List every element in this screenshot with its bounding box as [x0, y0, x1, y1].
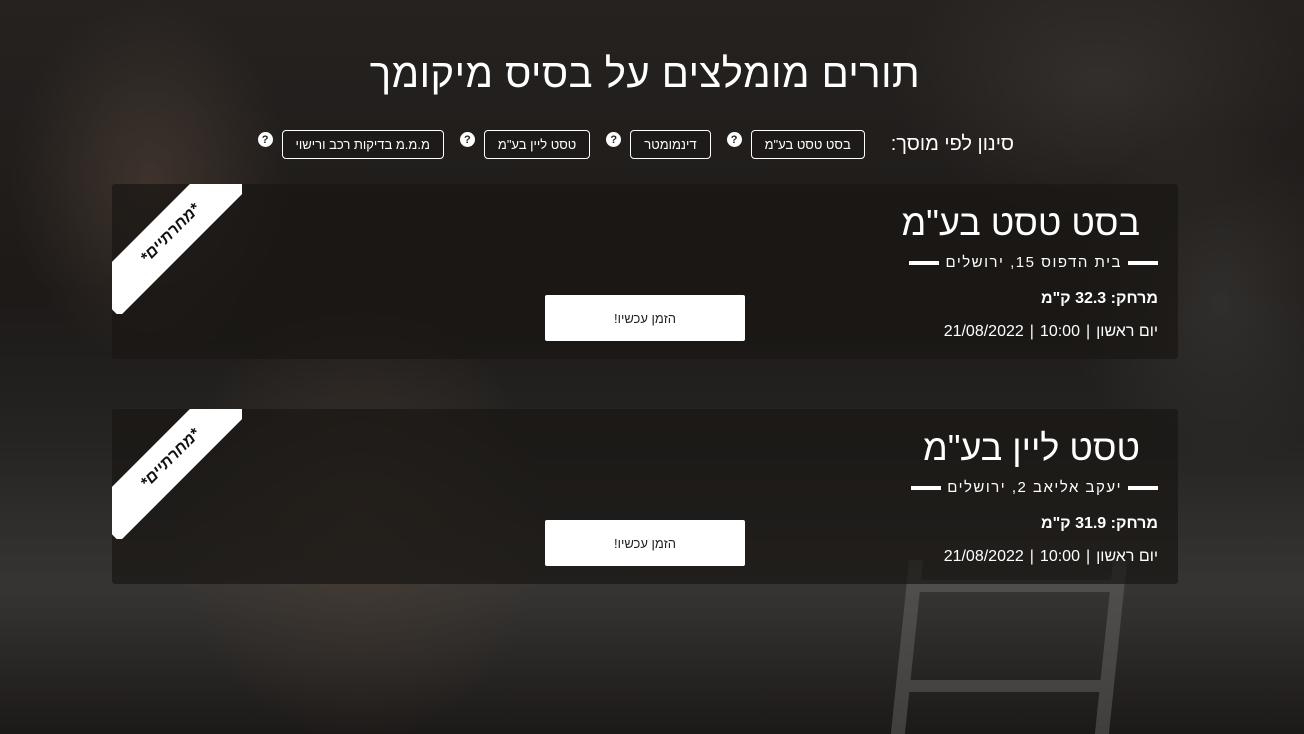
station-address: בית הדפוס 15, ירושלים — [945, 254, 1122, 271]
ribbon-container: *מחרתיים* — [112, 409, 242, 539]
page-content: תורים מומלצים על בסיס מיקומך סינון לפי מ… — [0, 0, 1304, 734]
help-icon[interactable]: ? — [726, 132, 742, 147]
filter-label: סינון לפי מוסך: — [890, 133, 1014, 155]
help-icon[interactable]: ? — [459, 132, 475, 147]
book-now-button[interactable]: הזמן עכשיו! — [545, 520, 745, 566]
day-after-tomorrow-ribbon: *מחרתיים* — [112, 184, 242, 314]
slot-day: יום ראשון — [1096, 323, 1158, 340]
station-name: טסט ליין בע"מ — [922, 427, 1140, 468]
appointment-card: *מחרתיים* בסט טסט בע"מ בית הדפוס 15, ירו… — [112, 184, 1178, 359]
address-row: בית הדפוס 15, ירושלים — [909, 254, 1158, 271]
slot-time: 10:00 — [1039, 323, 1080, 340]
ribbon-container: *מחרתיים* — [112, 184, 242, 314]
filter-item: בסט טסט בע"מ ? — [726, 130, 865, 159]
filter-button-test-line[interactable]: טסט ליין בע"מ — [483, 130, 591, 159]
decorative-bar — [911, 485, 942, 490]
decorative-bar — [1128, 260, 1158, 265]
filter-item: טסט ליין בע"מ ? — [459, 130, 591, 159]
slot-separator: | — [1085, 323, 1091, 340]
station-address: יעקב אליאב 2, ירושלים — [947, 479, 1122, 496]
garage-filter-bar: סינון לפי מוסך: בסט טסט בע"מ ? דינמומטר … — [242, 130, 1014, 159]
filter-item: דינמומטר ? — [606, 130, 711, 159]
filter-button-best-test[interactable]: בסט טסט בע"מ — [750, 130, 865, 159]
filter-button-mmm-inspections[interactable]: מ.מ.מ בדיקות רכב ורישוי — [281, 130, 444, 159]
slot-separator: | — [1029, 548, 1034, 565]
appointment-card: *מחרתיים* טסט ליין בע"מ יעקב אליאב 2, יר… — [112, 409, 1178, 584]
slot-time: 10:00 — [1039, 548, 1080, 565]
slot-day: יום ראשון — [1096, 548, 1158, 565]
book-now-button[interactable]: הזמן עכשיו! — [545, 295, 745, 341]
filter-item: מ.מ.מ בדיקות רכב ורישוי ? — [257, 130, 444, 159]
distance: מרחק: 31.9 ק"מ — [1040, 515, 1158, 532]
help-icon[interactable]: ? — [257, 132, 273, 147]
slot-date: 21/08/2022 — [943, 323, 1024, 340]
filter-button-dynamometer[interactable]: דינמומטר — [630, 130, 711, 159]
day-after-tomorrow-ribbon: *מחרתיים* — [112, 409, 242, 539]
appointment-slot: יום ראשון | 10:00 | 21/08/2022 — [944, 323, 1158, 341]
slot-separator: | — [1085, 548, 1091, 565]
page-title: תורים מומלצים על בסיס מיקומך — [369, 52, 921, 96]
appointment-slot: יום ראשון | 10:00 | 21/08/2022 — [944, 548, 1158, 566]
address-row: יעקב אליאב 2, ירושלים — [911, 479, 1158, 496]
decorative-bar — [909, 260, 940, 265]
station-name: בסט טסט בע"מ — [901, 202, 1140, 243]
help-icon[interactable]: ? — [606, 132, 622, 147]
slot-date: 21/08/2022 — [943, 548, 1024, 565]
slot-separator: | — [1029, 323, 1034, 340]
distance: מרחק: 32.3 ק"מ — [1040, 290, 1158, 307]
decorative-bar — [1128, 485, 1158, 490]
